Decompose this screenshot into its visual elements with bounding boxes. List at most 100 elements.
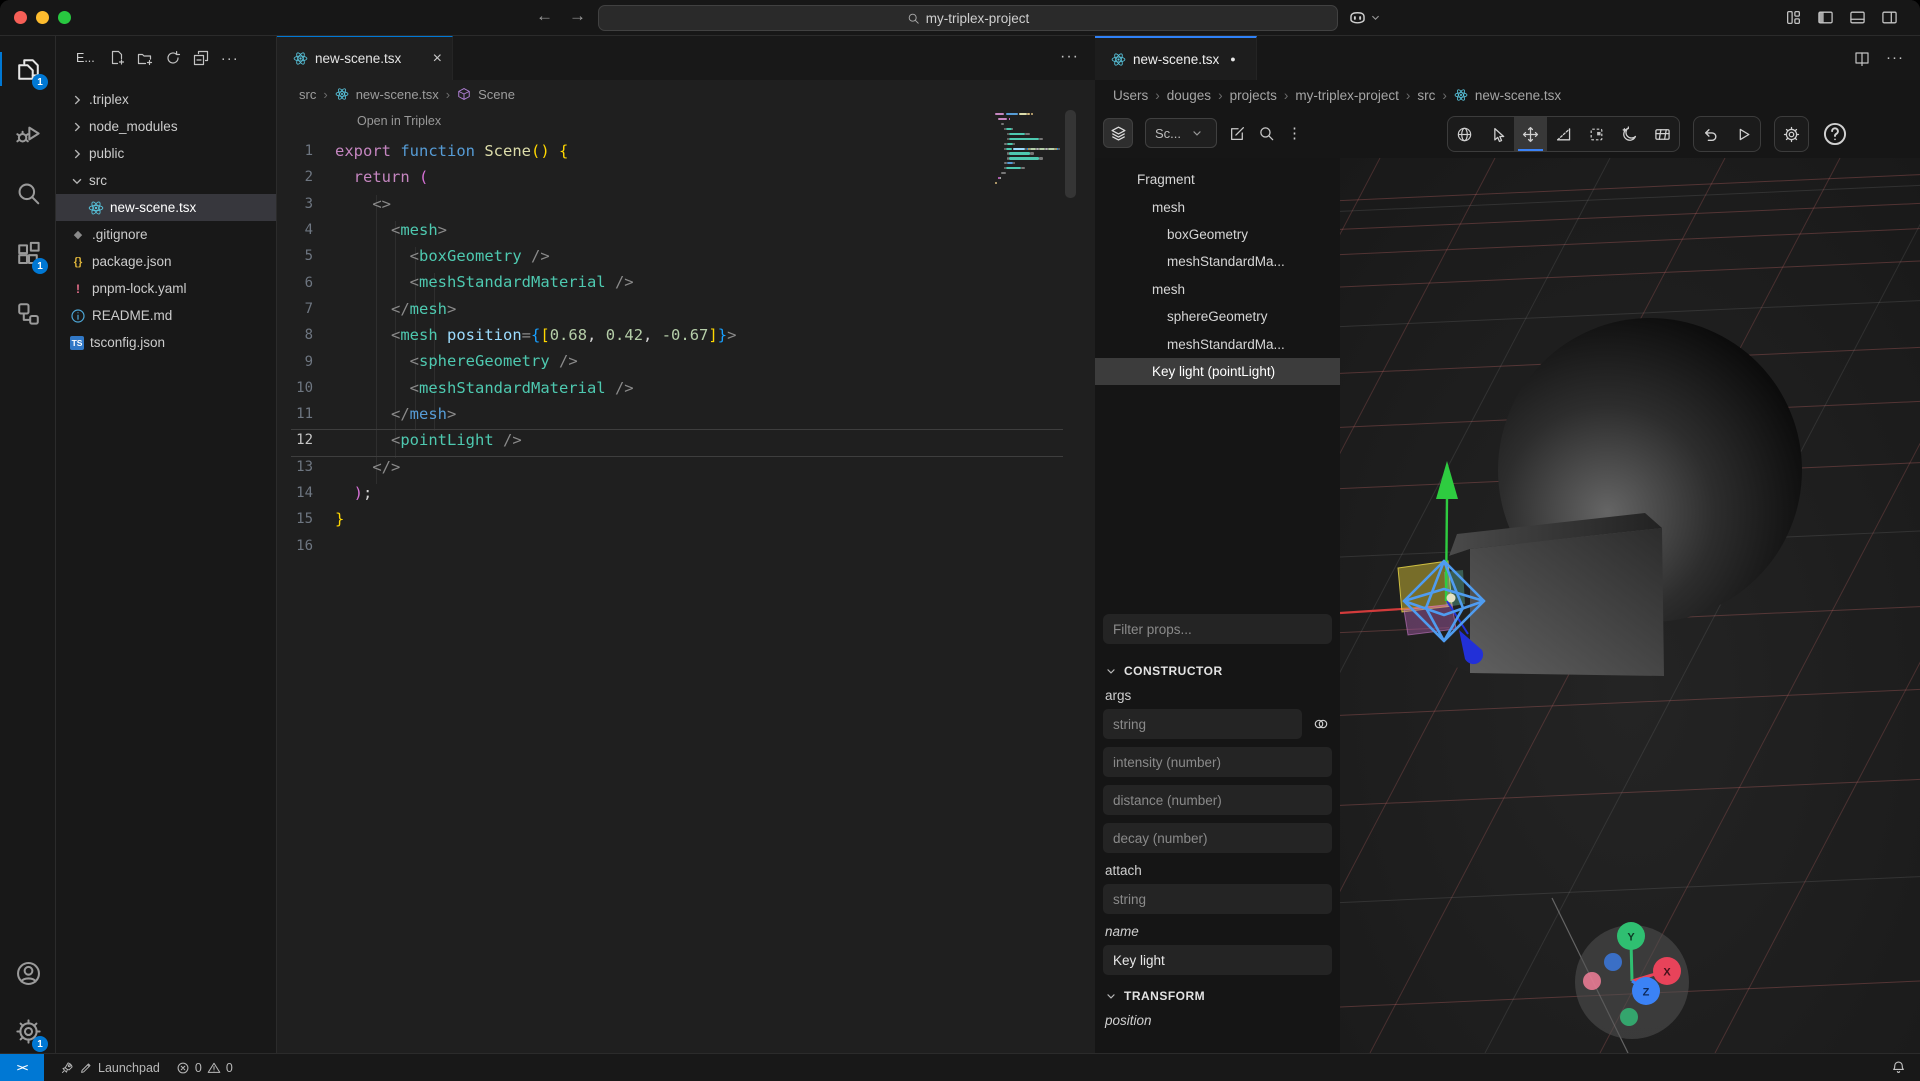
forward-icon[interactable]: → [569,6,586,26]
code-line-5[interactable]: 5 <boxGeometry /> [277,243,1095,269]
code-line-15[interactable]: 15} [277,506,1095,532]
scene-tree-item[interactable]: meshStandardMa... [1095,330,1340,357]
code-line-12[interactable]: 12 <pointLight /> [277,427,1095,453]
prop-input[interactable]: intensity (number) [1103,747,1332,777]
file-tree-item-public[interactable]: public [56,140,276,167]
filter-props-input[interactable]: Filter props... [1103,614,1332,644]
accounts-button[interactable] [0,948,56,998]
toggle-icon[interactable] [1310,716,1332,732]
code-editor[interactable]: Open in Triplex 1export function Scene()… [277,108,1095,1053]
nav-axis-x[interactable]: X [1653,957,1681,985]
edit-icon[interactable] [1229,125,1246,142]
codelens-open-in-triplex[interactable]: Open in Triplex [357,114,441,128]
scene-panel-button[interactable] [1103,118,1133,148]
toggle-primary-sidebar-icon[interactable] [1817,9,1834,26]
more-actions-icon[interactable]: ··· [221,50,239,67]
file-tree-item-tsconfig-json[interactable]: TStsconfig.json [56,329,276,356]
prop-input[interactable]: string [1103,884,1332,914]
code-line-11[interactable]: 11 </mesh> [277,401,1095,427]
undo-tool-button[interactable] [1694,117,1727,151]
command-center-search[interactable]: my-triplex-project [598,5,1338,31]
file-tree-item--gitignore[interactable]: ◆.gitignore [56,221,276,248]
file-tree-item-src[interactable]: src [56,167,276,194]
globe-tool-button[interactable] [1448,117,1481,151]
file-tree-item-pnpm-lock-yaml[interactable]: !pnpm-lock.yaml [56,275,276,302]
nav-axis-y[interactable]: Y [1617,922,1645,950]
path-segment[interactable]: douges [1167,88,1211,103]
file-tree-item-new-scene-tsx[interactable]: new-scene.tsx [56,194,276,221]
scrollbar[interactable] [1065,110,1076,198]
triangle-tool-button[interactable] [1547,117,1580,151]
bell-icon[interactable] [1891,1060,1906,1075]
cursor-tool-button[interactable] [1481,117,1514,151]
frame-tool-button[interactable] [1646,117,1679,151]
play-tool-button[interactable] [1727,117,1760,151]
nav-axis-z[interactable]: Z [1632,977,1660,1005]
prop-input[interactable]: string [1103,709,1302,739]
minimap[interactable] [995,112,1069,190]
remote-indicator[interactable]: >< [0,1054,44,1081]
sidebar-item-extensions[interactable]: 1 [0,228,56,278]
settings-button[interactable]: 1 [0,1006,56,1056]
code-line-2[interactable]: 2 return ( [277,164,1095,190]
nav-axis-neg-x[interactable] [1583,972,1601,990]
nav-axis-neg-z[interactable] [1604,953,1622,971]
prop-input[interactable]: distance (number) [1103,785,1332,815]
scene-tree-item[interactable]: sphereGeometry [1095,303,1340,330]
prop-input[interactable]: Key light [1103,945,1332,975]
code-line-4[interactable]: 4 <mesh> [277,217,1095,243]
sidebar-item-run-debug[interactable] [0,108,56,158]
copilot-menu[interactable] [1348,8,1381,27]
breadcrumb-file[interactable]: new-scene.tsx [356,87,439,102]
close-window-button[interactable] [14,11,27,24]
scene-tree-item[interactable]: meshStandardMa... [1095,248,1340,275]
kebab-menu-icon[interactable]: ⋮ [1287,124,1302,142]
code-line-16[interactable]: 16 [277,532,1095,558]
code-line-8[interactable]: 8 <mesh position={[0.68, 0.42, -0.67]}> [277,322,1095,348]
toggle-panel-icon[interactable] [1849,9,1866,26]
file-tree-item-node-modules[interactable]: node_modules [56,113,276,140]
triplex-tab-new-scene[interactable]: new-scene.tsx ● [1095,36,1257,80]
code-line-13[interactable]: 13 </> [277,454,1095,480]
new-folder-icon[interactable] [137,50,153,66]
zoom-window-button[interactable] [58,11,71,24]
problems-item[interactable]: 0 0 [176,1061,233,1075]
file-tree-item-readme-md[interactable]: README.md [56,302,276,329]
file-tree-item--triplex[interactable]: .triplex [56,86,276,113]
move-tool-button[interactable] [1514,117,1547,151]
viewport-3d[interactable]: Y X Z [1340,158,1920,1053]
gear-tool-button[interactable] [1775,117,1808,151]
path-file[interactable]: new-scene.tsx [1475,88,1561,103]
breadcrumb-src[interactable]: src [299,87,316,102]
customize-layout-icon[interactable] [1785,9,1802,26]
scene-select[interactable]: Sc... [1145,118,1217,148]
section-header-constructor[interactable]: CONSTRUCTOR [1105,664,1332,678]
scene-tree-item[interactable]: Fragment [1095,166,1340,193]
code-line-3[interactable]: 3 <> [277,191,1095,217]
split-editor-icon[interactable] [1854,50,1870,66]
more-actions-icon[interactable]: ··· [1886,49,1904,66]
code-line-10[interactable]: 10 <meshStandardMaterial /> [277,375,1095,401]
path-segment[interactable]: projects [1230,88,1277,103]
toggle-secondary-sidebar-icon[interactable] [1881,9,1898,26]
code-line-14[interactable]: 14 ); [277,480,1095,506]
scene-tree-item[interactable]: Key light (pointLight) [1095,358,1340,385]
sidebar-item-explorer[interactable]: 1 [0,44,56,94]
section-header-transform[interactable]: TRANSFORM [1105,989,1332,1003]
code-line-1[interactable]: 1export function Scene() { [277,138,1095,164]
path-segment[interactable]: my-triplex-project [1295,88,1399,103]
nav-axis-neg-y[interactable] [1620,1008,1638,1026]
marquee-tool-button[interactable] [1580,117,1613,151]
sidebar-item-references[interactable] [0,288,56,338]
sidebar-item-search[interactable] [0,168,56,218]
back-icon[interactable]: ← [536,6,553,26]
new-file-icon[interactable] [109,50,125,66]
tab-new-scene[interactable]: new-scene.tsx × [277,36,453,80]
close-icon[interactable]: × [433,50,442,68]
launchpad-item[interactable]: Launchpad [60,1061,160,1075]
search-icon[interactable] [1258,125,1275,142]
prop-input[interactable]: decay (number) [1103,823,1332,853]
scene-tree-item[interactable]: mesh [1095,276,1340,303]
moon-tool-button[interactable] [1613,117,1646,151]
file-tree-item-package-json[interactable]: {}package.json [56,248,276,275]
